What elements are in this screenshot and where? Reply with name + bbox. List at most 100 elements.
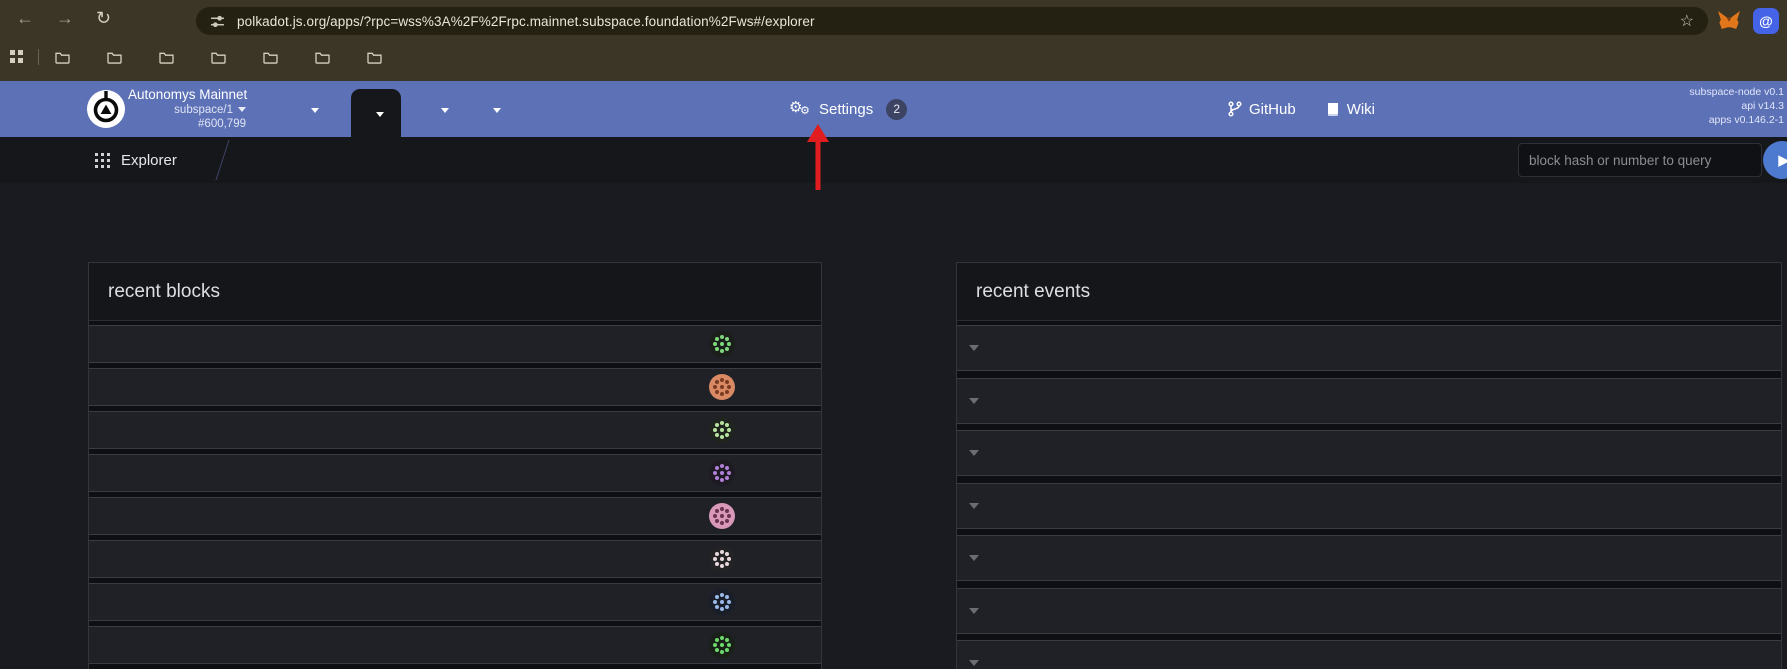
folder-icon <box>367 51 382 64</box>
chain-logo[interactable] <box>87 90 125 128</box>
block-row <box>89 454 821 492</box>
browser-chrome: ← → ↻ polkadot.js.org/apps/?rpc=wss%3A%2… <box>0 0 1787 81</box>
bookmark-folder[interactable] <box>263 51 285 64</box>
wiki-link[interactable]: Wiki <box>1326 101 1375 118</box>
extension-icon[interactable]: @ <box>1753 8 1779 34</box>
nav-menu-item[interactable] <box>299 81 323 137</box>
apps-grid-icon[interactable] <box>10 50 24 64</box>
bookmark-folder[interactable] <box>159 51 181 64</box>
block-row <box>89 325 821 363</box>
bookmark-folder[interactable] <box>367 51 389 64</box>
event-row <box>957 430 1781 476</box>
event-ref <box>1767 484 1781 528</box>
query-submit-button[interactable]: ▶ <box>1763 141 1787 179</box>
bookmarks-list <box>55 51 419 64</box>
header-links: GitHub Wiki <box>1228 81 1375 137</box>
event-ref <box>1767 589 1781 633</box>
event-expander[interactable] <box>957 431 991 475</box>
identicon[interactable] <box>709 331 735 357</box>
address-bar[interactable]: polkadot.js.org/apps/?rpc=wss%3A%2F%2Frp… <box>196 7 1708 35</box>
event-row <box>957 640 1781 669</box>
bookmark-folder[interactable] <box>211 51 233 64</box>
event-row <box>957 483 1781 529</box>
nav-menu-item[interactable] <box>351 89 401 137</box>
stat-cell <box>92 203 96 234</box>
block-row <box>89 368 821 406</box>
block-author[interactable] <box>709 417 821 443</box>
chain-spec: subspace/1 <box>128 103 246 117</box>
event-info <box>991 431 1767 475</box>
wiki-label: Wiki <box>1347 101 1375 118</box>
event-row <box>957 325 1781 371</box>
chevron-down-icon <box>238 107 246 116</box>
stat-cell <box>1546 203 1550 234</box>
identicon[interactable] <box>709 503 735 529</box>
block-author[interactable] <box>709 460 821 486</box>
identicon[interactable] <box>709 632 735 658</box>
nav-menu-item[interactable] <box>481 81 505 137</box>
caret-down-icon <box>969 608 979 619</box>
block-author[interactable] <box>709 589 821 615</box>
identicon[interactable] <box>709 546 735 572</box>
recent-blocks-panel: recent blocks <box>88 262 822 669</box>
event-expander[interactable] <box>957 484 991 528</box>
stat-cell <box>75 203 79 234</box>
identicon[interactable] <box>709 417 735 443</box>
event-ref <box>1767 326 1781 370</box>
folder-icon <box>263 51 278 64</box>
block-row <box>89 497 821 535</box>
identicon[interactable] <box>709 374 735 400</box>
reload-icon[interactable]: ↻ <box>96 8 111 29</box>
stat-value <box>126 205 130 234</box>
event-row <box>957 535 1781 581</box>
identicon[interactable] <box>709 589 735 615</box>
event-expander[interactable] <box>957 326 991 370</box>
stat-cell <box>1564 203 1568 234</box>
nav-menu-item[interactable] <box>429 81 453 137</box>
event-expander[interactable] <box>957 589 991 633</box>
block-query-input[interactable] <box>1518 143 1762 177</box>
chain-best-block: #600,799 <box>128 117 246 131</box>
github-label: GitHub <box>1249 101 1296 118</box>
event-expander[interactable] <box>957 379 991 423</box>
subnav-divider <box>216 140 230 180</box>
bookmark-folder[interactable] <box>107 51 129 64</box>
stat-value <box>75 205 79 234</box>
settings-badge: 2 <box>886 99 907 120</box>
screenshot-root: ← → ↻ polkadot.js.org/apps/?rpc=wss%3A%2… <box>0 0 1787 669</box>
stat-value <box>1564 205 1568 234</box>
bookmark-star-icon[interactable]: ☆ <box>1680 11 1694 31</box>
metamask-icon[interactable] <box>1717 10 1741 37</box>
site-info-icon[interactable] <box>210 14 225 29</box>
bookmark-folder[interactable] <box>315 51 337 64</box>
event-row <box>957 378 1781 424</box>
book-icon <box>1326 102 1340 117</box>
bookmarks-bar <box>0 42 1787 72</box>
bookmark-folder[interactable] <box>55 51 77 64</box>
version-line: api v14.3 <box>1689 100 1784 114</box>
chain-selector[interactable]: Autonomys Mainnet subspace/1 #600,799 <box>128 87 246 132</box>
event-info <box>991 326 1767 370</box>
folder-icon <box>315 51 330 64</box>
block-author[interactable] <box>709 331 821 357</box>
folder-icon <box>55 51 70 64</box>
identicon[interactable] <box>709 460 735 486</box>
block-author[interactable] <box>709 374 821 400</box>
forward-icon[interactable]: → <box>56 8 74 29</box>
event-expander[interactable] <box>957 536 991 580</box>
event-expander[interactable] <box>957 641 991 669</box>
explorer-tabs <box>247 137 415 183</box>
version-line: apps v0.146.2-1 <box>1689 114 1784 128</box>
chevron-down-icon <box>441 108 449 117</box>
block-author[interactable] <box>709 632 821 658</box>
git-branch-icon <box>1228 101 1242 117</box>
back-icon[interactable]: ← <box>16 8 34 29</box>
block-author[interactable] <box>709 546 821 572</box>
block-author[interactable] <box>709 503 821 529</box>
chevron-down-icon <box>311 108 319 117</box>
event-info <box>991 536 1767 580</box>
folder-icon <box>107 51 122 64</box>
stat-value <box>92 205 96 234</box>
recent-events-panel: recent events <box>956 262 1782 669</box>
github-link[interactable]: GitHub <box>1228 101 1296 118</box>
